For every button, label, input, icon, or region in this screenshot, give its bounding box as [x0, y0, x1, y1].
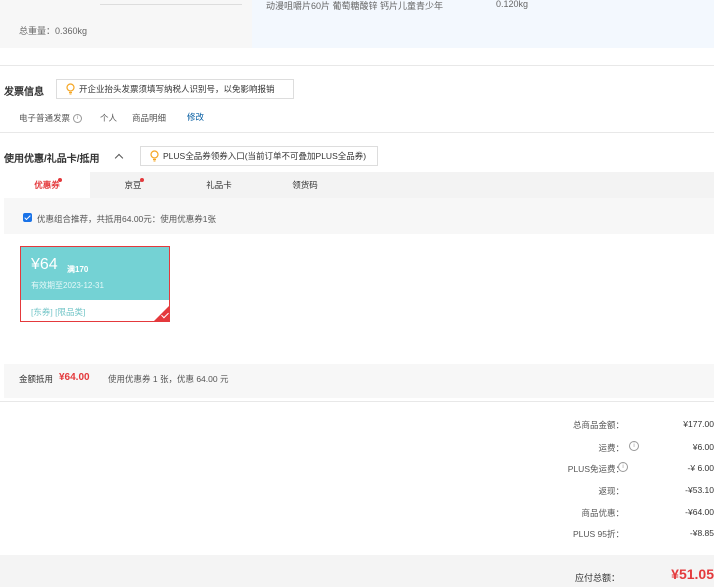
- deduct-label: 金额抵用: [19, 374, 54, 384]
- total-weight: 总重量：0.360kg: [19, 26, 88, 36]
- tab-label: 京豆: [124, 180, 142, 190]
- plus-discount-label: PLUS 95折：: [572, 529, 624, 539]
- divider: [100, 4, 242, 5]
- info-icon[interactable]: i: [618, 462, 628, 472]
- collapse-toggle[interactable]: [114, 153, 124, 163]
- invoice-edit-link[interactable]: 修改: [187, 111, 204, 123]
- deduct-detail: 使用优惠券 1 张，优惠 64.00 元: [108, 374, 229, 384]
- plus-free-shipping-value: -¥ 6.00: [687, 463, 714, 473]
- coupon-section-title: 使用优惠/礼品卡/抵用: [4, 154, 100, 165]
- invoice-type-label: 电子普通发票: [19, 113, 71, 123]
- divider: [0, 401, 714, 402]
- coupon-card-top: ¥64 满170 有效期至2023-12-31: [21, 247, 169, 300]
- invoice-title: 发票信息: [4, 87, 44, 98]
- product-name: 动漫咀嚼片60片 葡萄糖酸锌 钙片儿童青少年: [266, 1, 444, 11]
- invoice-detail: 商品明细: [132, 113, 167, 123]
- tab-giftcard[interactable]: 礼品卡: [176, 172, 262, 198]
- plus-free-shipping-label: PLUS免运费：: [567, 464, 624, 474]
- recommend-checkbox[interactable]: [23, 213, 32, 222]
- tab-label: 礼品卡: [206, 180, 232, 190]
- payable-label: 应付总额：: [574, 573, 620, 583]
- chevron-up-icon: [114, 153, 124, 163]
- lightbulb-icon: [150, 150, 159, 162]
- product-discount-label: 商品优惠：: [581, 508, 624, 518]
- product-weight: 0.120kg: [496, 0, 529, 9]
- shipping-value: ¥6.00: [692, 442, 714, 452]
- invoice-type: 电子普通发票 i: [19, 112, 83, 124]
- plus-coupon-entry[interactable]: PLUS全品券领券入口(当前订单不可叠加PLUS全品券): [140, 146, 378, 166]
- recommend-text: 优惠组合推荐，共抵用64.00元：使用优惠券1张: [37, 214, 216, 224]
- cashback-label: 返现：: [598, 486, 624, 496]
- shipping-label: 运费：: [598, 443, 624, 453]
- total-value: ¥177.00: [683, 419, 714, 429]
- deduct-value: ¥64.00: [59, 372, 90, 383]
- tab-label: 领货码: [292, 180, 318, 190]
- coupon-tags: [东券] [限品类]: [31, 307, 86, 317]
- coupon-amount: ¥64: [31, 256, 58, 273]
- info-icon[interactable]: i: [73, 114, 83, 124]
- coupon-condition: 满170: [67, 265, 89, 274]
- tab-coupon[interactable]: 优惠券: [4, 172, 90, 198]
- divider: [0, 132, 714, 133]
- invoice-tip: 开企业抬头发票须填写纳税人识别号，以免影响报销: [56, 79, 294, 99]
- coupon-card[interactable]: ¥64 满170 有效期至2023-12-31 [东券] [限品类]: [20, 246, 170, 322]
- total-label: 总商品金额：: [572, 420, 624, 430]
- invoice-tip-text: 开企业抬头发票须填写纳税人识别号，以免影响报销: [79, 84, 275, 94]
- payable-value: ¥51.05: [671, 566, 714, 582]
- cashback-value: -¥53.10: [685, 485, 714, 495]
- badge-dot: [58, 178, 62, 182]
- product-discount-value: -¥64.00: [685, 507, 714, 517]
- tab-jingdou[interactable]: 京豆: [90, 172, 176, 198]
- tab-label: 优惠券: [34, 180, 60, 190]
- plus-coupon-text: PLUS全品券领券入口(当前订单不可叠加PLUS全品券): [163, 151, 367, 161]
- invoice-person: 个人: [100, 113, 118, 123]
- coupon-tabs: 优惠券 京豆 礼品卡 领货码: [4, 172, 714, 198]
- coupon-expiry: 有效期至2023-12-31: [31, 281, 104, 290]
- divider: [0, 65, 714, 66]
- badge-dot: [140, 178, 144, 182]
- tab-redeem-code[interactable]: 领货码: [262, 172, 348, 198]
- plus-discount-value: -¥8.85: [689, 528, 714, 538]
- lightbulb-icon: [66, 83, 75, 95]
